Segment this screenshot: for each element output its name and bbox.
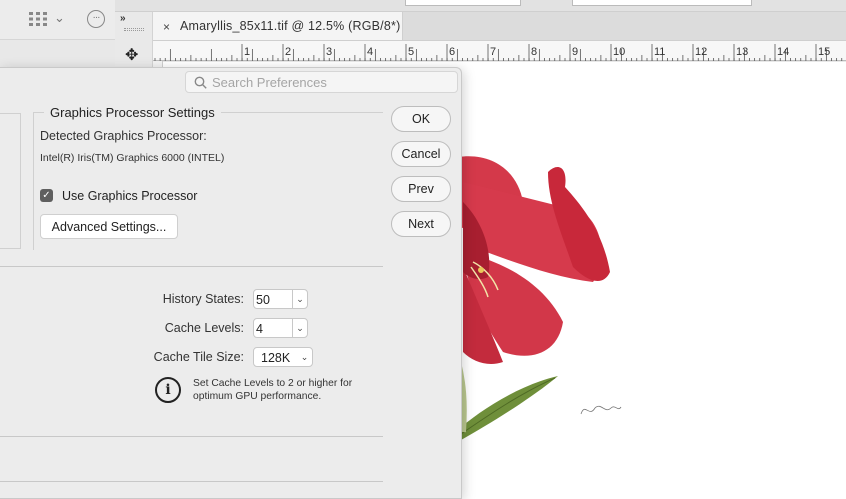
ruler-label: 13 xyxy=(736,46,748,58)
history-states-value[interactable]: 50 xyxy=(256,293,270,307)
cache-levels-value[interactable]: 4 xyxy=(256,322,263,336)
horizontal-ruler: 1 2 3 4 5 6 7 8 9 10 11 12 13 14 15 xyxy=(153,41,846,61)
preferences-dialog: Graphics Processor Settings Detected Gra… xyxy=(0,67,462,499)
ruler-label: 4 xyxy=(367,46,373,58)
ruler-label: 14 xyxy=(777,46,789,58)
cancel-button[interactable]: Cancel xyxy=(391,141,451,167)
detected-gpu-value: Intel(R) Iris(TM) Graphics 6000 (INTEL) xyxy=(40,152,225,164)
history-states-label: History States: xyxy=(162,292,244,306)
chevron-down-icon[interactable]: ⌄ xyxy=(297,348,312,366)
collapse-panel-icon[interactable]: » xyxy=(120,13,126,24)
more-icon[interactable]: ··· xyxy=(87,10,105,28)
ruler-ticks: 1 2 3 4 5 6 7 8 9 10 11 12 13 14 15 xyxy=(154,44,843,61)
advanced-settings-button[interactable]: Advanced Settings... xyxy=(40,214,178,239)
divider xyxy=(0,266,383,267)
use-gpu-label[interactable]: Use Graphics Processor xyxy=(62,189,197,203)
info-icon: i xyxy=(155,377,181,403)
detected-gpu-label: Detected Graphics Processor: xyxy=(40,129,207,143)
cache-tile-size-select[interactable]: 128K ⌄ xyxy=(253,347,313,367)
ruler-label: 1 xyxy=(244,46,250,58)
close-icon[interactable]: × xyxy=(163,20,170,34)
cache-levels-label: Cache Levels: xyxy=(164,321,244,335)
prev-button[interactable]: Prev xyxy=(391,176,451,202)
document-tab[interactable]: × Amaryllis_85x11.tif @ 12.5% (RGB/8*) xyxy=(153,12,403,41)
history-states-field[interactable]: 50 ⌄ xyxy=(253,289,308,309)
ruler-label: 8 xyxy=(531,46,537,58)
ok-button[interactable]: OK xyxy=(391,106,451,132)
ruler-label: 11 xyxy=(654,46,665,58)
cache-levels-field[interactable]: 4 ⌄ xyxy=(253,318,308,338)
tab-bar-empty xyxy=(403,12,846,41)
grid-icon[interactable] xyxy=(28,11,48,27)
ruler-label: 5 xyxy=(408,46,414,58)
options-field[interactable] xyxy=(405,0,521,6)
list-panel-edge xyxy=(0,113,21,249)
search-input[interactable] xyxy=(212,74,452,90)
move-tool-icon[interactable]: ✥ xyxy=(125,45,138,65)
chevron-down-icon[interactable]: ⌄ xyxy=(292,290,307,308)
ruler-label: 7 xyxy=(490,46,496,58)
cache-tile-size-value[interactable]: 128K xyxy=(261,351,290,365)
ruler-label: 10 xyxy=(613,46,625,58)
cache-tile-size-label: Cache Tile Size: xyxy=(153,350,244,364)
checkbox-checked-icon[interactable]: ✓ xyxy=(40,189,53,202)
options-field[interactable] xyxy=(572,0,752,6)
ruler-label: 2 xyxy=(285,46,291,58)
ruler-label: 3 xyxy=(326,46,332,58)
document-tab-title: Amaryllis_85x11.tif @ 12.5% (RGB/8*) xyxy=(180,19,401,33)
cache-info-text: Set Cache Levels to 2 or higher for opti… xyxy=(193,378,353,402)
search-icon xyxy=(194,76,207,89)
ruler-label: 15 xyxy=(818,46,830,58)
search-box[interactable] xyxy=(185,71,458,93)
ruler-label: 6 xyxy=(449,46,455,58)
options-bar xyxy=(115,0,846,12)
panel-grip[interactable] xyxy=(124,28,144,31)
chevron-down-icon[interactable]: ⌄ xyxy=(54,10,65,26)
next-button[interactable]: Next xyxy=(391,211,451,237)
ruler-label: 9 xyxy=(572,46,578,58)
gpu-settings-title: Graphics Processor Settings xyxy=(50,105,215,120)
divider xyxy=(0,481,383,482)
ruler-label: 12 xyxy=(695,46,707,58)
divider xyxy=(0,436,383,437)
chevron-down-icon[interactable]: ⌄ xyxy=(292,319,307,337)
